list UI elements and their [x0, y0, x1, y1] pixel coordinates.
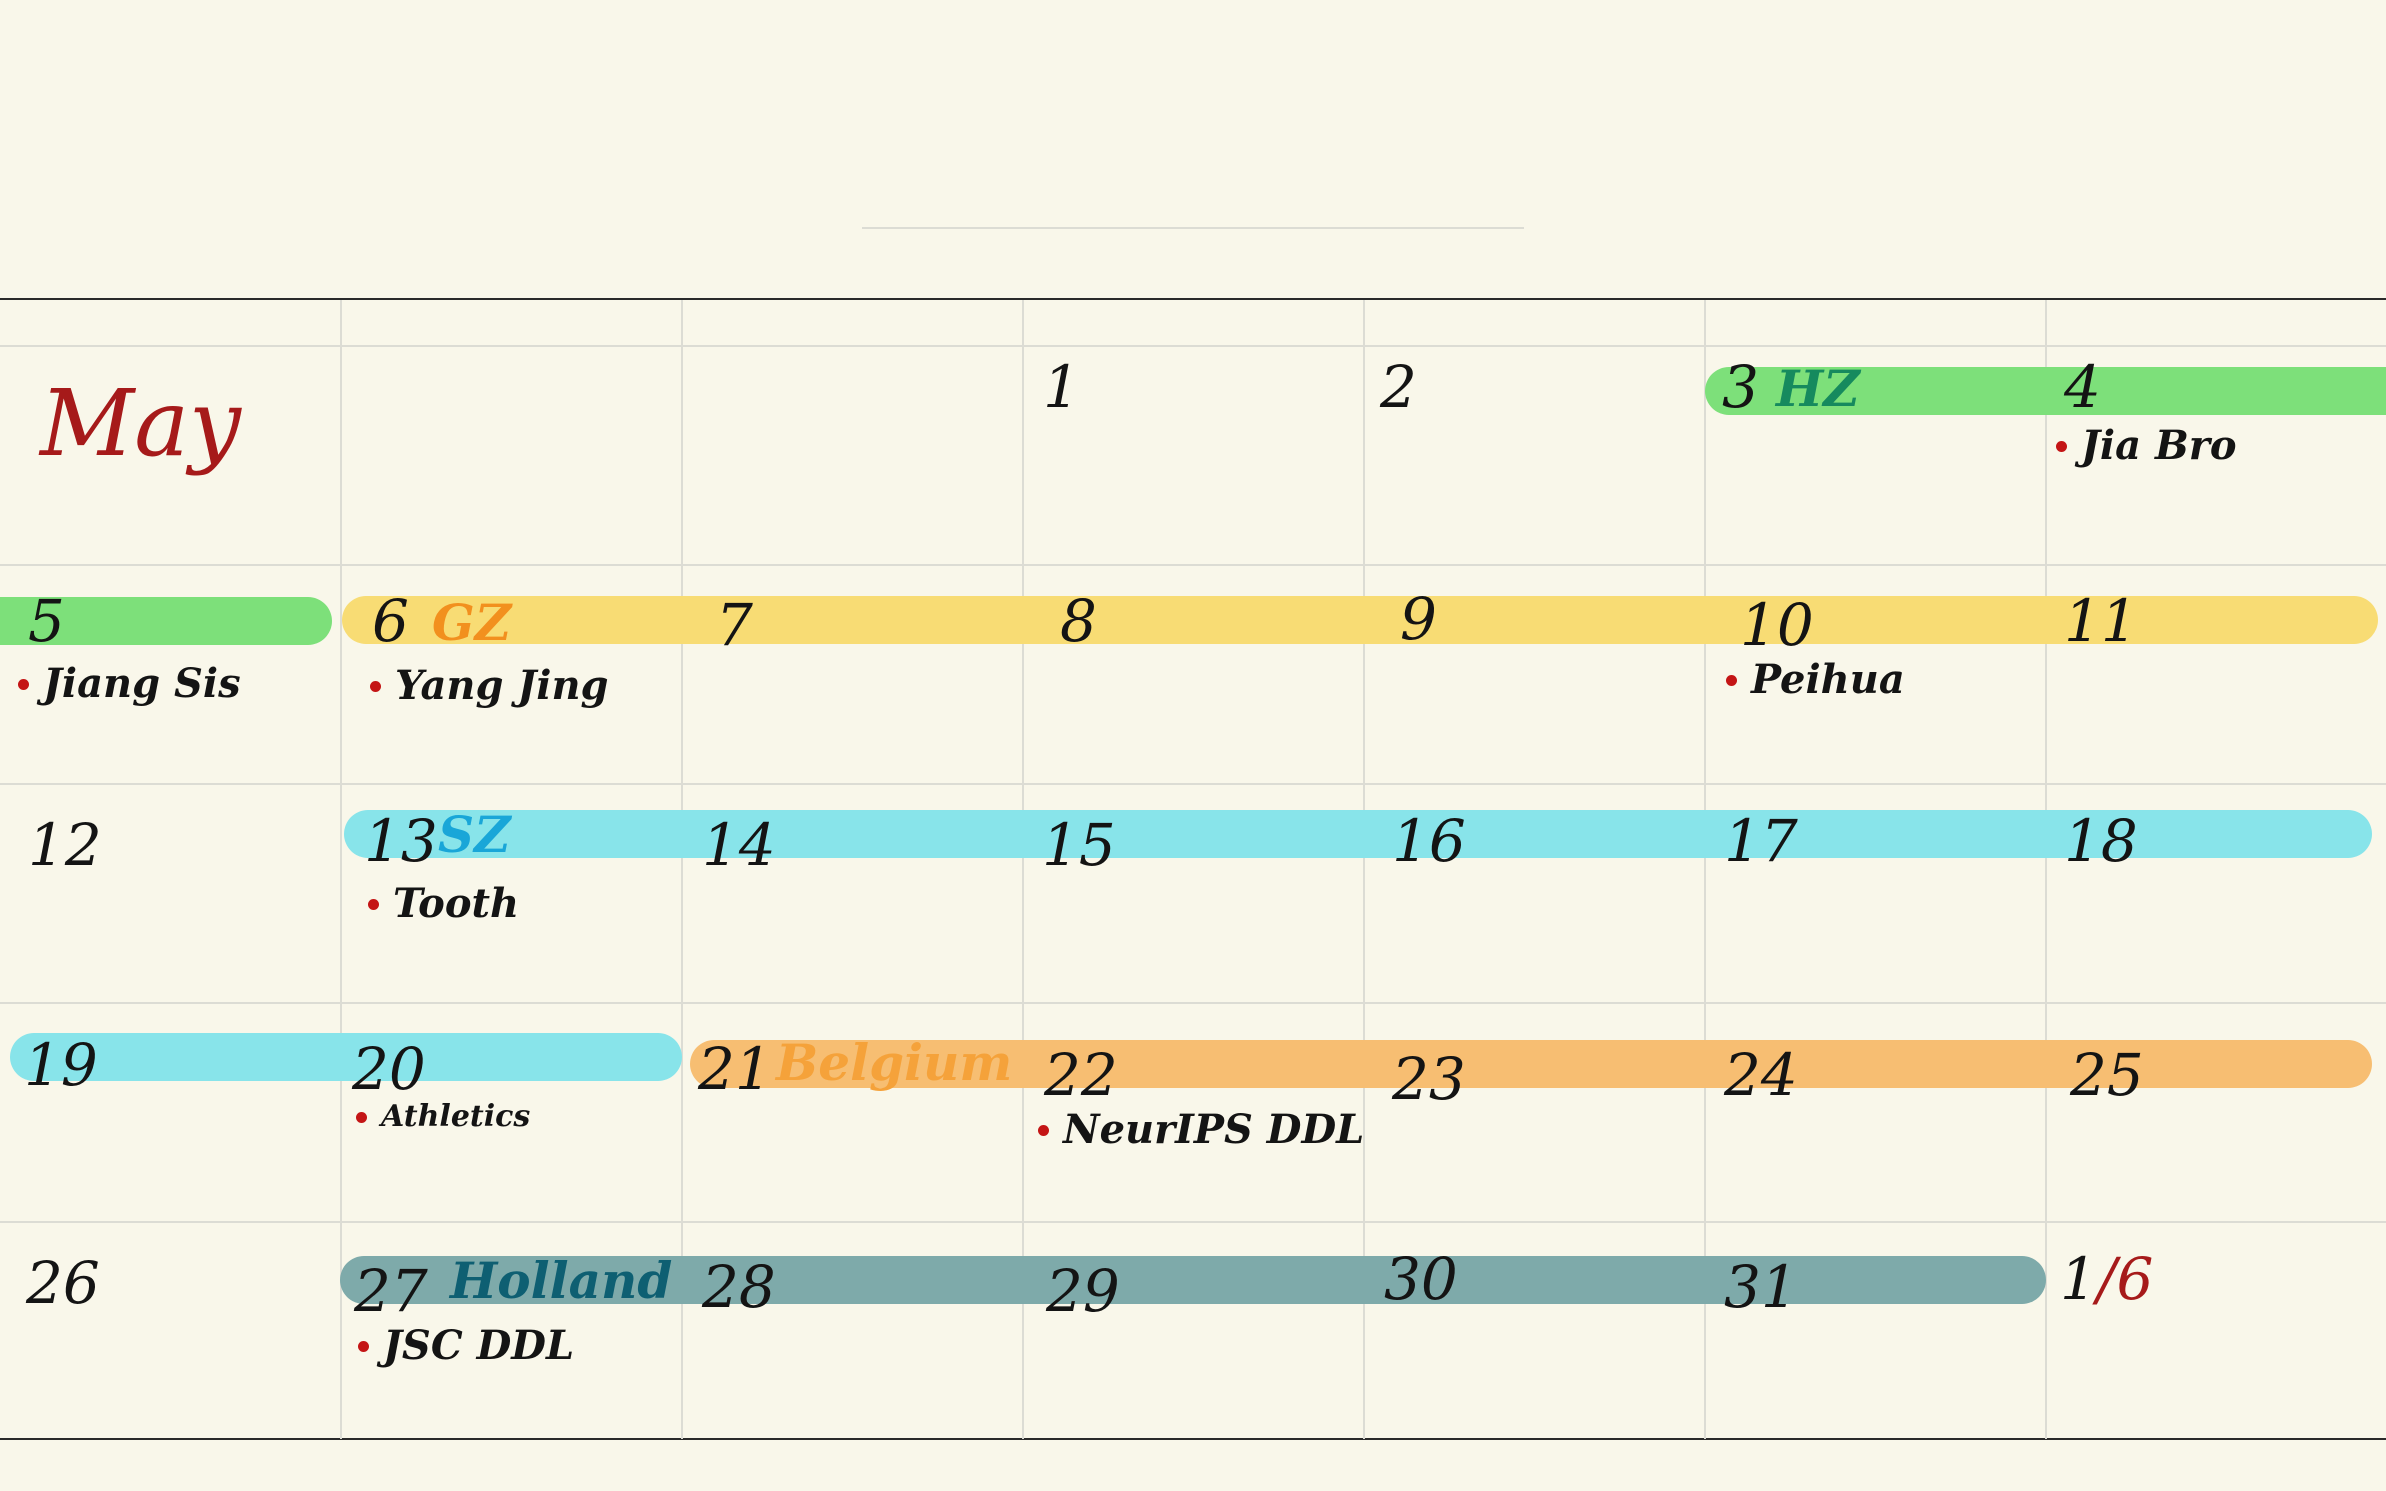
- day-11[interactable]: 11: [2064, 592, 2138, 650]
- event-label: JSC DDL: [383, 1322, 575, 1369]
- trip-label-hz: HZ: [1776, 359, 1860, 418]
- event-label: Yang Jing: [395, 662, 609, 709]
- day-june-1[interactable]: 1/6: [2060, 1250, 2153, 1308]
- column-divider: [2045, 300, 2047, 1439]
- day-9[interactable]: 9: [1400, 590, 1437, 648]
- event-tooth[interactable]: Tooth: [368, 884, 519, 924]
- day-25[interactable]: 25: [2070, 1046, 2144, 1104]
- day-16[interactable]: 16: [1392, 812, 1466, 870]
- event-label: Jia Bro: [2081, 422, 2237, 469]
- day-28[interactable]: 28: [702, 1258, 776, 1316]
- day-14[interactable]: 14: [702, 816, 776, 874]
- day-24[interactable]: 24: [1724, 1046, 1798, 1104]
- event-label: Jiang Sis: [43, 660, 241, 707]
- day-15[interactable]: 15: [1042, 816, 1116, 874]
- day-13[interactable]: 13: [364, 812, 438, 870]
- event-jsc-ddl[interactable]: JSC DDL: [358, 1326, 574, 1366]
- week-2-divider: [0, 783, 2386, 785]
- day-7[interactable]: 7: [716, 596, 753, 654]
- day-5[interactable]: 5: [28, 592, 65, 650]
- day-8[interactable]: 8: [1060, 592, 1097, 650]
- calendar-bottom-border: [0, 1438, 2386, 1440]
- event-bullet: [2056, 440, 2067, 452]
- event-label: Athletics: [381, 1099, 531, 1134]
- day-29[interactable]: 29: [1046, 1262, 1120, 1320]
- june-month-number: 6: [2116, 1245, 2154, 1313]
- event-yang-jing[interactable]: Yang Jing: [370, 666, 609, 706]
- event-label: NeurIPS DDL: [1063, 1106, 1365, 1153]
- day-27[interactable]: 27: [354, 1262, 428, 1320]
- event-bullet: [356, 1111, 367, 1123]
- event-label: Peihua: [1751, 656, 1905, 703]
- calendar-top-border: [0, 298, 2386, 300]
- week-1-divider: [0, 564, 2386, 566]
- trip-label-belgium: Belgium: [776, 1033, 1013, 1092]
- week-4-divider: [0, 1221, 2386, 1223]
- day-21[interactable]: 21: [698, 1040, 772, 1098]
- day-19[interactable]: 19: [24, 1036, 98, 1094]
- day-18[interactable]: 18: [2064, 812, 2138, 870]
- sz-trip-bar-continued: [10, 1033, 682, 1081]
- day-31[interactable]: 31: [1724, 1258, 1798, 1316]
- trip-label-gz: GZ: [432, 593, 512, 652]
- june-month-digit: 1: [2060, 1245, 2097, 1313]
- day-26[interactable]: 26: [26, 1254, 100, 1312]
- date-separator: /: [2096, 1245, 2117, 1313]
- day-6[interactable]: 6: [372, 592, 409, 650]
- day-10[interactable]: 10: [1740, 596, 1814, 654]
- day-20[interactable]: 20: [352, 1040, 426, 1098]
- title-underline: [862, 227, 1524, 229]
- event-bullet: [358, 1340, 369, 1352]
- event-bullet: [370, 680, 381, 692]
- event-jiang-sis[interactable]: Jiang Sis: [18, 664, 241, 704]
- event-bullet: [1726, 674, 1737, 686]
- day-4[interactable]: 4: [2064, 358, 2101, 416]
- event-label: Tooth: [393, 880, 520, 927]
- day-22[interactable]: 22: [1044, 1046, 1118, 1104]
- event-bullet: [368, 898, 379, 910]
- trip-label-holland: Holland: [450, 1251, 673, 1310]
- event-neurips-ddl[interactable]: NeurIPS DDL: [1038, 1110, 1364, 1150]
- weekday-header-line: [0, 345, 2386, 347]
- day-30[interactable]: 30: [1384, 1250, 1458, 1308]
- event-jia-bro[interactable]: Jia Bro: [2056, 426, 2237, 466]
- day-3[interactable]: 3: [1722, 358, 1759, 416]
- event-bullet: [1038, 1124, 1049, 1136]
- day-2[interactable]: 2: [1380, 358, 1417, 416]
- day-12[interactable]: 12: [28, 816, 102, 874]
- day-17[interactable]: 17: [1724, 812, 1798, 870]
- trip-label-sz: SZ: [438, 805, 511, 864]
- week-3-divider: [0, 1002, 2386, 1004]
- month-label: May: [40, 370, 242, 477]
- day-23[interactable]: 23: [1392, 1050, 1466, 1108]
- event-athletics[interactable]: Athletics: [356, 1102, 530, 1132]
- event-bullet: [18, 678, 29, 690]
- day-1[interactable]: 1: [1043, 358, 1080, 416]
- event-peihua[interactable]: Peihua: [1726, 660, 1905, 700]
